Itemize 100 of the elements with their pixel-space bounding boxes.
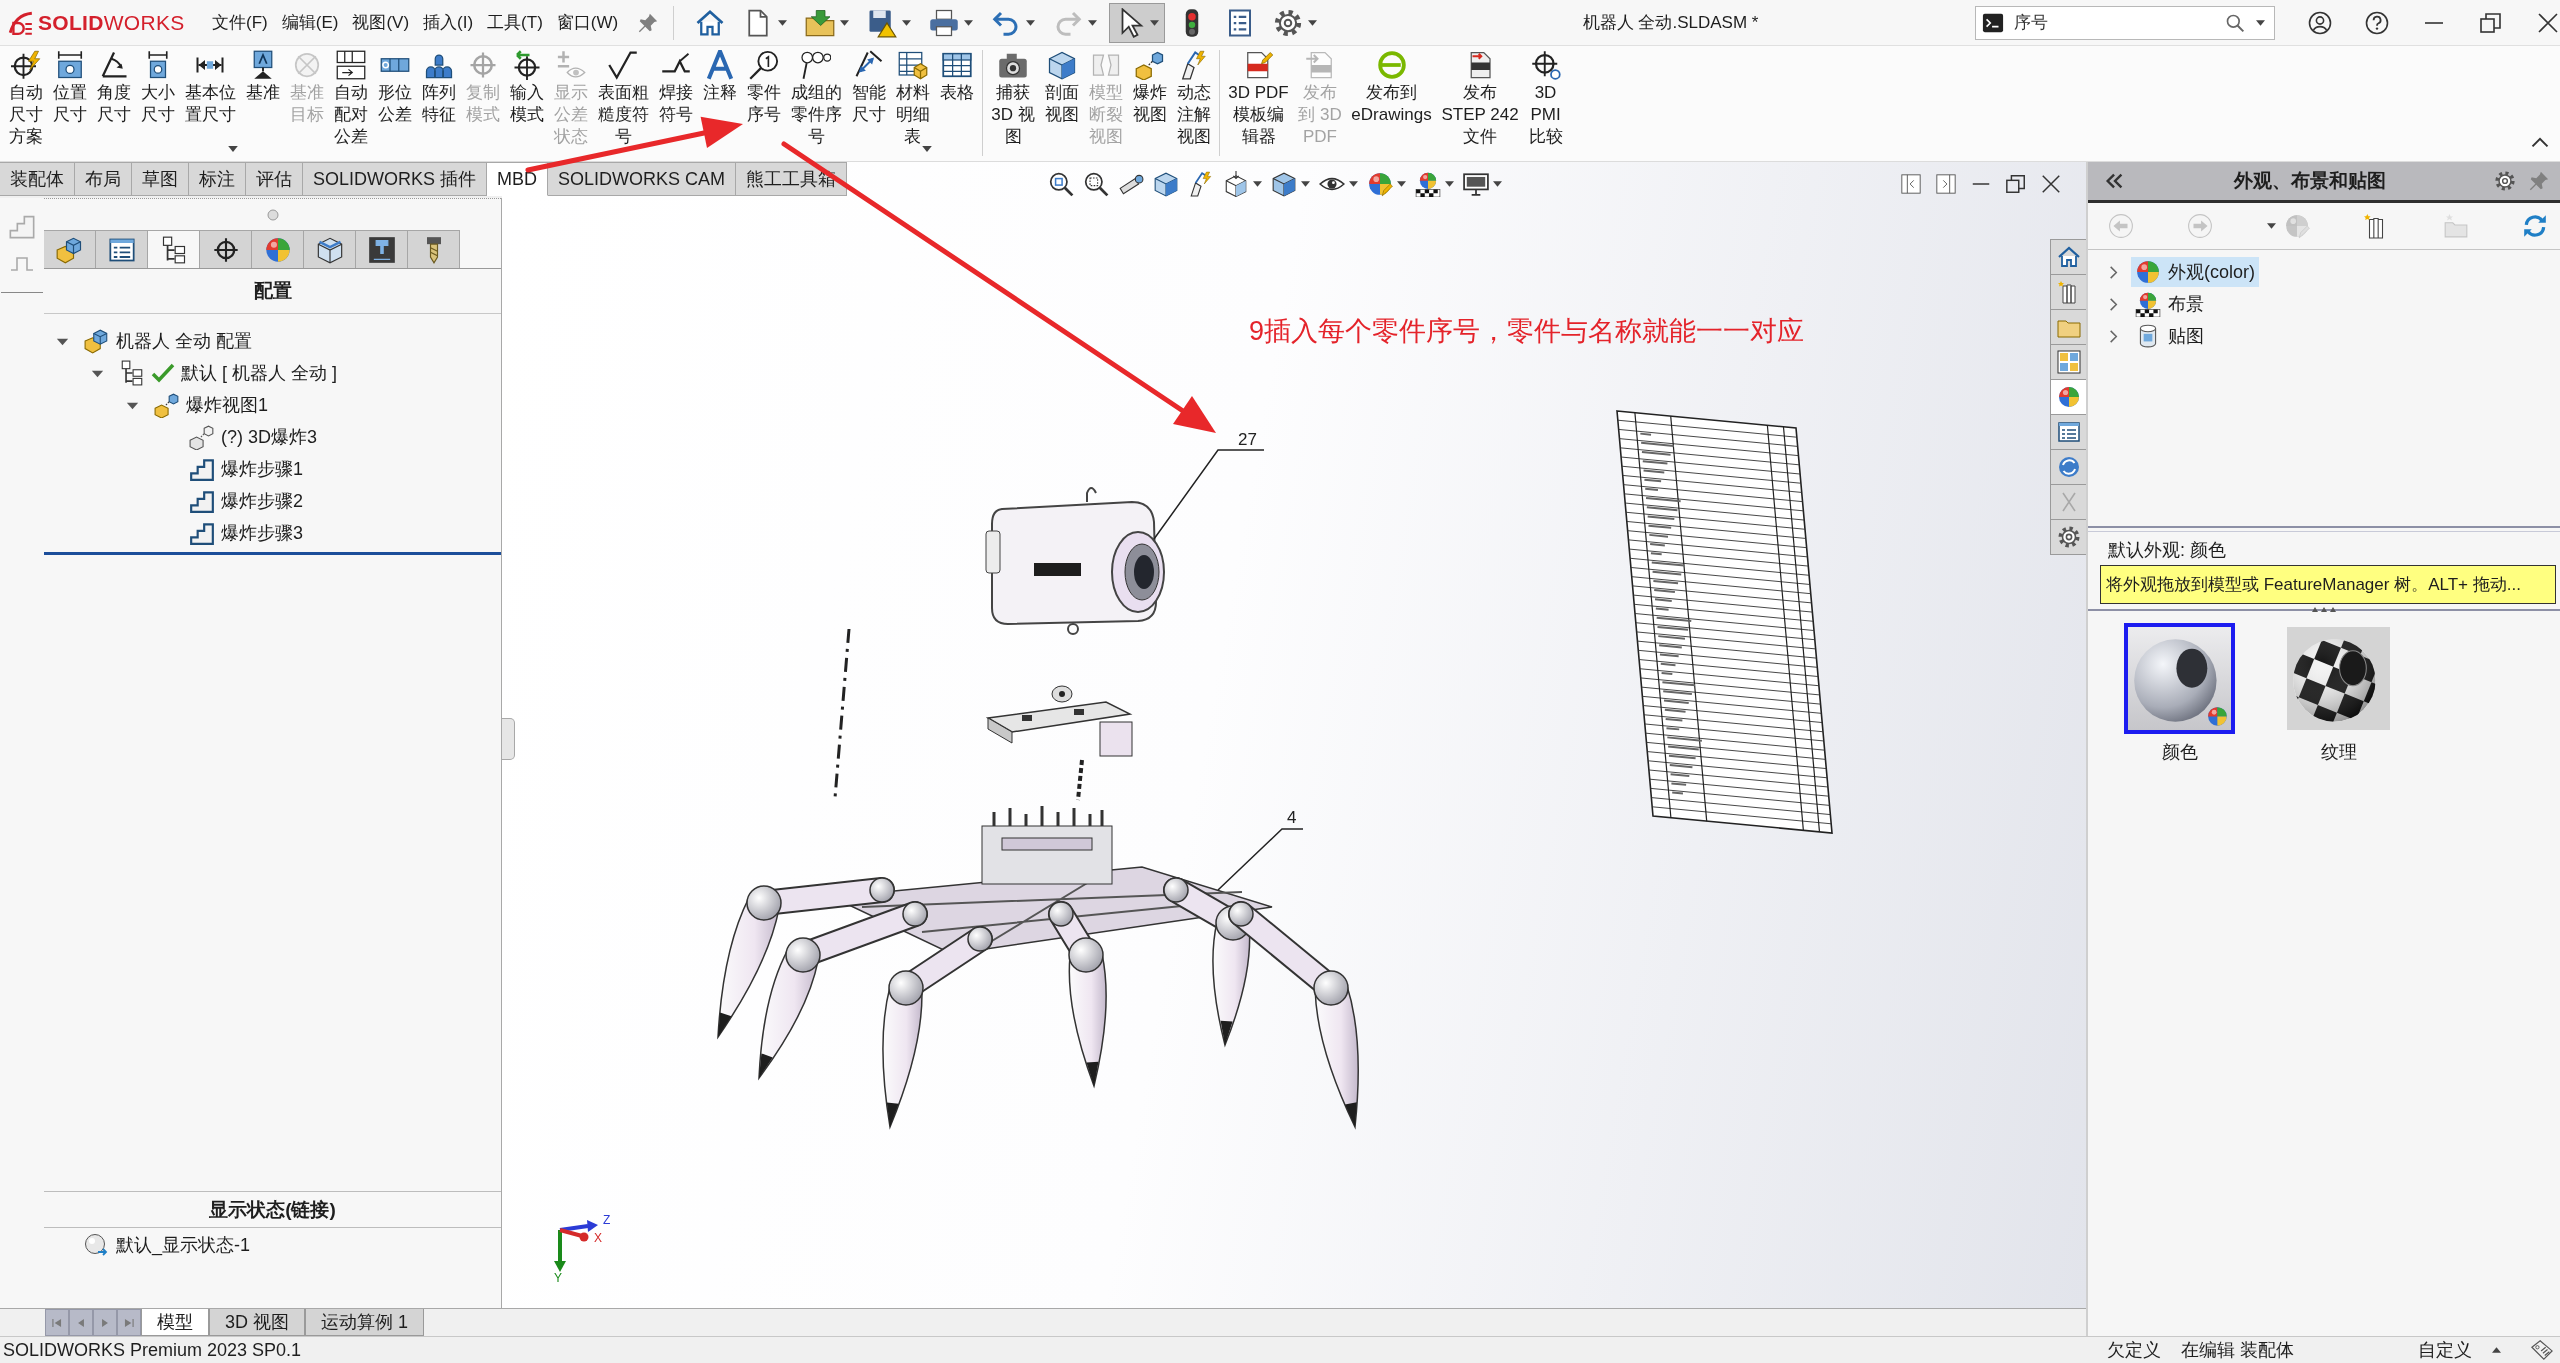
command-button[interactable]: 捕获3D 视图 (987, 50, 1039, 158)
tile-right-icon[interactable] (1935, 173, 1957, 195)
cube-icon[interactable] (1271, 171, 1297, 197)
ribbon-tab[interactable]: 评估 (246, 162, 303, 196)
ribbon-tab[interactable]: SOLIDWORKS 插件 (303, 162, 488, 196)
ribbon-tab[interactable]: SOLIDWORKS CAM (548, 162, 737, 196)
task-pane-tab[interactable] (2050, 239, 2086, 275)
caret-icon[interactable] (1397, 181, 1406, 187)
command-button[interactable]: 表面粗糙度符号 (593, 50, 653, 158)
caret-icon[interactable] (2266, 223, 2276, 229)
ribbon-tab[interactable]: 草图 (132, 162, 189, 196)
search-icon[interactable] (2225, 12, 2245, 33)
caret-icon[interactable] (1493, 181, 1502, 187)
caret-icon[interactable] (2492, 1347, 2501, 1353)
balloon-label[interactable]: 27 (1238, 430, 1257, 449)
command-button[interactable]: 零件序号 (742, 50, 785, 158)
panel-tab[interactable] (304, 230, 356, 268)
restore-icon[interactable] (2005, 173, 2027, 195)
help-icon[interactable] (2365, 10, 2389, 35)
command-button[interactable]: 3D PDF模板编辑器 (1224, 50, 1293, 158)
panel-tab[interactable] (356, 230, 408, 268)
command-button[interactable]: 动态注解视图 (1172, 50, 1215, 158)
menu-item[interactable]: 插入(I) (416, 11, 481, 34)
zoom-fit-icon[interactable] (1048, 171, 1074, 197)
tile-left-icon[interactable] (1900, 173, 1922, 195)
panel-tab[interactable] (200, 230, 252, 268)
tag-icon[interactable] (2528, 1339, 2556, 1361)
command-button[interactable]: 形位公差 (373, 50, 416, 158)
grip-icon[interactable] (2312, 606, 2336, 612)
tree-item[interactable]: (?) 3D爆炸3 (189, 424, 318, 450)
user-icon[interactable] (2308, 10, 2332, 35)
command-button[interactable]: 注释 (698, 50, 741, 158)
section-cube-icon[interactable] (1153, 171, 1179, 197)
tree-item[interactable]: 外观(color) (2131, 257, 2259, 287)
command-button[interactable]: 焊接符号 (654, 50, 697, 158)
tree-item[interactable]: 默认_显示状态-1 (84, 1230, 250, 1260)
balloon-label[interactable]: 4 (1287, 808, 1297, 827)
select-button[interactable] (1109, 2, 1166, 43)
caret-icon[interactable] (1301, 181, 1310, 187)
sphere-checker-icon[interactable] (1415, 171, 1441, 197)
tree-item[interactable]: 贴图 (2131, 321, 2208, 351)
pencil-bolt-icon[interactable] (1188, 171, 1214, 197)
menu-item[interactable]: 文件(F) (205, 11, 275, 34)
command-button[interactable]: 位置尺寸 (48, 50, 91, 158)
panel-tab[interactable] (148, 230, 200, 268)
task-pane-tab[interactable] (2050, 344, 2086, 380)
command-button[interactable]: 基本位置尺寸 (180, 50, 240, 158)
command-button[interactable]: 输入模式 (505, 50, 548, 158)
tree-item[interactable]: 默认 [ 机器人 全动 ] (119, 360, 337, 386)
command-button[interactable]: 阵列特征 (417, 50, 460, 158)
command-button[interactable]: 自动配对公差 (329, 50, 372, 158)
tree-item[interactable]: 爆炸视图1 (154, 392, 268, 418)
command-button[interactable]: 智能尺寸 (847, 50, 890, 158)
command-button[interactable]: 成组的零件序号 (786, 50, 846, 158)
tree-item[interactable]: 机器人 全动 配置 (84, 328, 252, 354)
tree-item[interactable]: 爆炸步骤1 (189, 456, 303, 482)
restore-icon[interactable] (2479, 10, 2503, 35)
command-button[interactable]: 爆炸视图 (1128, 50, 1171, 158)
command-button[interactable]: 自动尺寸方案 (4, 50, 47, 158)
refresh-icon[interactable] (2521, 213, 2548, 239)
ribbon-tab[interactable]: MBD (487, 162, 549, 196)
tree-item[interactable]: 爆炸步骤2 (189, 488, 303, 514)
command-button[interactable]: 大小尺寸 (136, 50, 179, 158)
caret-icon[interactable] (2256, 19, 2265, 26)
command-button[interactable]: 基准 (241, 50, 284, 158)
task-pane-tab[interactable] (2050, 414, 2086, 450)
task-pane-tab[interactable] (2050, 274, 2086, 310)
menu-item[interactable]: 窗口(W) (549, 11, 626, 34)
tree-item[interactable]: 爆炸步骤3 (189, 520, 303, 546)
command-button[interactable]: 表格 (935, 50, 978, 158)
monitor-icon[interactable] (1463, 171, 1489, 197)
task-pane-tab[interactable] (2050, 379, 2086, 415)
command-button[interactable]: 角度尺寸 (92, 50, 135, 158)
ribbon-tab[interactable]: 装配体 (0, 162, 75, 196)
command-button[interactable]: 材料明细表 (891, 50, 934, 158)
task-pane-tab[interactable] (2050, 519, 2086, 555)
command-button[interactable]: 剖面视图 (1040, 50, 1083, 158)
close-icon[interactable] (2040, 173, 2062, 195)
sheet-tab[interactable]: 模型 (141, 1309, 209, 1336)
cube-arrow-icon[interactable] (1223, 171, 1249, 197)
settings-icon[interactable] (2494, 170, 2516, 192)
ribbon-tab[interactable]: 标注 (189, 162, 246, 196)
menu-item[interactable]: 视图(V) (345, 11, 417, 34)
panel-tab[interactable] (96, 230, 148, 268)
menu-item[interactable]: 编辑(E) (274, 11, 346, 34)
close-icon[interactable] (2536, 10, 2560, 35)
task-pane-tab[interactable] (2050, 449, 2086, 485)
grip-dot-icon[interactable] (266, 208, 279, 221)
zoom-area-icon[interactable] (1083, 171, 1109, 197)
menu-item[interactable]: 工具(T) (480, 11, 550, 34)
search-field[interactable]: 序号 (1975, 5, 2275, 40)
command-button[interactable]: 发布到eDrawings (1347, 50, 1436, 158)
pin-icon[interactable] (637, 11, 660, 34)
sheet-tab[interactable]: 3D 视图 (209, 1309, 305, 1336)
caret-icon[interactable] (1445, 181, 1454, 187)
command-button[interactable]: 3D PMI比较 (1524, 50, 1567, 158)
caret-icon[interactable] (1253, 181, 1262, 187)
sphere-pencil-icon[interactable] (1367, 171, 1393, 197)
ribbon-tab[interactable]: 布局 (75, 162, 132, 196)
sheet-tab[interactable]: 运动算例 1 (305, 1309, 425, 1336)
